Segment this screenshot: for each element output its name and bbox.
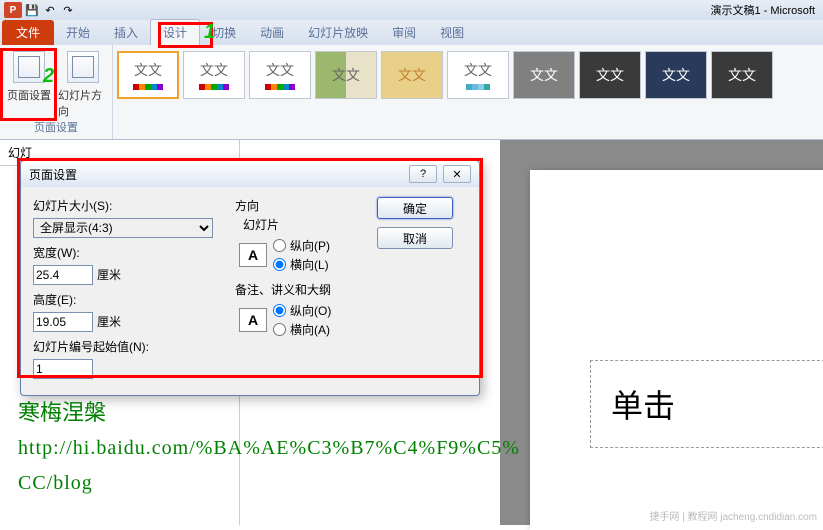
theme-item[interactable]: 文文 (711, 51, 773, 99)
ok-button[interactable]: 确定 (377, 197, 453, 219)
theme-item[interactable]: 文文 (315, 51, 377, 99)
ribbon-tabs: 文件 开始 插入 设计 切换 动画 幻灯片放映 审阅 视图 (0, 20, 823, 45)
page-setup-dialog: 页面设置 ? ✕ 幻灯片大小(S): 全屏显示(4:3) 宽度(W): 厘米 高… (20, 160, 480, 396)
theme-item[interactable]: 文文 (183, 51, 245, 99)
annotation-url-1: http://hi.baidu.com/%BA%AE%C3%B7%C4%F9%C… (18, 432, 520, 464)
width-label: 宽度(W): (33, 244, 223, 261)
redo-icon[interactable]: ↷ (60, 2, 76, 18)
tab-review[interactable]: 审阅 (380, 20, 428, 45)
slide-title-placeholder[interactable]: 单击 (590, 360, 823, 448)
tab-slideshow[interactable]: 幻灯片放映 (296, 20, 380, 45)
tab-animation[interactable]: 动画 (248, 20, 296, 45)
slide-orientation-button[interactable]: 幻灯片方向 (58, 51, 108, 119)
undo-icon[interactable]: ↶ (42, 2, 58, 18)
annotation-marker-2: 2 (43, 65, 54, 88)
height-label: 高度(E): (33, 291, 223, 308)
page-setup-icon (13, 51, 45, 83)
tab-home[interactable]: 开始 (54, 20, 102, 45)
file-tab[interactable]: 文件 (2, 20, 54, 45)
height-input[interactable] (33, 312, 93, 332)
orientation-label: 方向 (235, 197, 365, 214)
slides-orient-label: 幻灯片 (243, 216, 365, 233)
window-title: 演示文稿1 - Microsoft (710, 2, 815, 18)
annotation-author: 寒梅涅槃 (18, 395, 106, 430)
themes-gallery: 文文 文文 文文 文文 文文 文文 文文 文文 文文 文文 (113, 45, 823, 139)
theme-item[interactable]: 文文 (513, 51, 575, 99)
slides-orient-icon: A (239, 243, 267, 267)
height-unit: 厘米 (97, 315, 121, 329)
tab-view[interactable]: 视图 (428, 20, 476, 45)
tab-design[interactable]: 设计 (150, 19, 200, 45)
number-from-label: 幻灯片编号起始值(N): (33, 338, 223, 355)
titlebar: P 💾 ↶ ↷ 演示文稿1 - Microsoft (0, 0, 823, 20)
notes-orient-label: 备注、讲义和大纲 (235, 281, 365, 298)
notes-portrait-radio[interactable]: 纵向(O) (273, 302, 331, 319)
ribbon-content: 页面设置 幻灯片方向 页面设置 文文 文文 文文 文文 文文 文文 文文 文文 … (0, 45, 823, 140)
theme-item[interactable]: 文文 (117, 51, 179, 99)
orientation-icon (67, 51, 99, 83)
slide-canvas-area: 单击 (500, 140, 823, 525)
theme-item[interactable]: 文文 (645, 51, 707, 99)
theme-item[interactable]: 文文 (579, 51, 641, 99)
app-icon[interactable]: P (4, 2, 22, 18)
theme-item[interactable]: 文文 (447, 51, 509, 99)
quick-access-toolbar: P 💾 ↶ ↷ (4, 2, 76, 18)
save-icon[interactable]: 💾 (24, 2, 40, 18)
watermark: 捷手网 | 教程网 jacheng.cndidian.com (649, 508, 817, 523)
dialog-title-text: 页面设置 (29, 166, 77, 183)
cancel-button[interactable]: 取消 (377, 227, 453, 249)
theme-item[interactable]: 文文 (249, 51, 311, 99)
dialog-titlebar: 页面设置 ? ✕ (21, 161, 479, 187)
slide-size-select[interactable]: 全屏显示(4:3) (33, 218, 213, 238)
dialog-close-button[interactable]: ✕ (443, 165, 471, 183)
tab-insert[interactable]: 插入 (102, 20, 150, 45)
annotation-marker-1: 1 (204, 21, 215, 44)
slide-canvas[interactable]: 单击 (530, 170, 823, 530)
notes-orient-icon: A (239, 308, 267, 332)
slide-size-label: 幻灯片大小(S): (33, 197, 223, 214)
slides-landscape-radio[interactable]: 横向(L) (273, 256, 330, 273)
width-input[interactable] (33, 265, 93, 285)
slides-portrait-radio[interactable]: 纵向(P) (273, 237, 330, 254)
notes-landscape-radio[interactable]: 横向(A) (273, 321, 331, 338)
annotation-url-2: CC/blog (18, 467, 93, 499)
dialog-help-button[interactable]: ? (409, 165, 437, 183)
page-setup-label: 页面设置 (7, 87, 51, 103)
theme-item[interactable]: 文文 (381, 51, 443, 99)
group-page-setup: 页面设置 幻灯片方向 页面设置 (0, 45, 113, 139)
group-label-page-setup: 页面设置 (4, 119, 108, 137)
orientation-label: 幻灯片方向 (58, 87, 108, 119)
width-unit: 厘米 (97, 268, 121, 282)
number-from-input[interactable] (33, 359, 93, 379)
